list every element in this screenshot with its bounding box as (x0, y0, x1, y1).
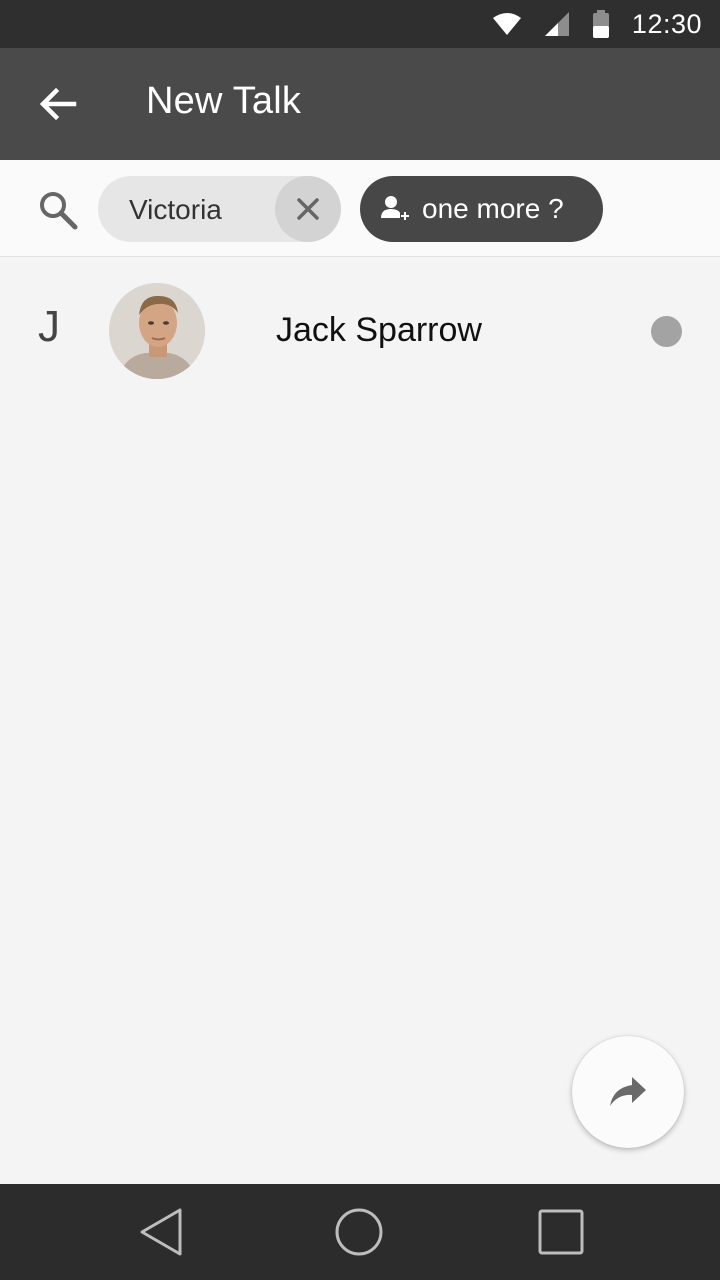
add-person-icon (381, 196, 409, 220)
add-recipient-label: one more ? (422, 193, 564, 224)
avatar (109, 283, 205, 379)
person-photo-icon (109, 283, 205, 379)
contact-name: Jack Sparrow (276, 311, 482, 349)
clock: 12:30 (631, 8, 702, 39)
recipient-chip[interactable]: Victoria (98, 176, 341, 242)
battery-icon (592, 10, 609, 38)
contact-list: J Jack Sparrow (0, 258, 720, 404)
system-nav-bar (0, 1184, 720, 1280)
recipient-chip-label: Victoria (129, 194, 222, 225)
wifi-icon (492, 13, 521, 35)
list-item[interactable]: J Jack Sparrow (0, 258, 720, 404)
presence-indicator (651, 316, 682, 347)
forward-icon (610, 1077, 646, 1106)
forward-fab[interactable] (572, 1036, 684, 1148)
cell-signal-icon (544, 12, 569, 36)
app-bar: New Talk (0, 48, 720, 160)
section-letter: J (38, 302, 60, 351)
arrow-back-icon[interactable] (34, 82, 82, 126)
home-circle-icon[interactable] (333, 1206, 385, 1258)
status-bar: 12:30 (0, 0, 720, 48)
recents-square-icon[interactable] (535, 1206, 587, 1258)
search-icon[interactable] (38, 190, 78, 230)
page-title: New Talk (146, 80, 302, 122)
add-recipient-button[interactable]: one more ? (360, 176, 603, 242)
back-triangle-icon[interactable] (136, 1206, 188, 1258)
status-icons: 12:30 (492, 0, 702, 48)
recipient-row: Victoria one more ? (0, 160, 720, 257)
chip-remove-button[interactable] (275, 176, 341, 242)
close-icon (297, 198, 319, 220)
